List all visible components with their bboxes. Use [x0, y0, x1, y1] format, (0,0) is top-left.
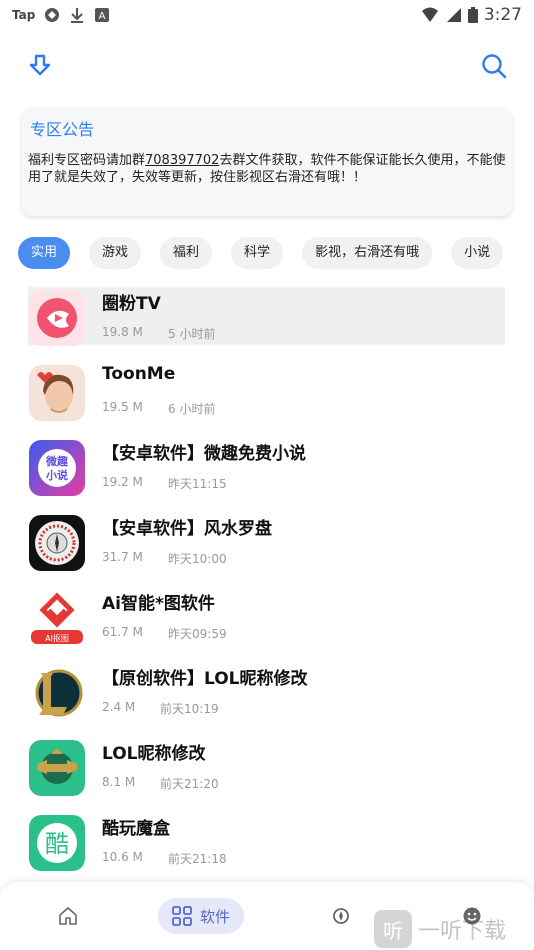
group-number-link[interactable]: 708397702: [145, 153, 219, 168]
list-item[interactable]: 圈粉TV 19.8 M 5 小时前: [0, 287, 534, 362]
app-name: 【原创软件】LOL昵称修改: [102, 669, 308, 689]
category-tabs: 实用 游戏 福利 科学 影视，右滑还有哦 小说: [18, 237, 534, 271]
announcement-card: 专区公告 福利专区密码请加群708397702去群文件获取，软件不能保证能长久使…: [22, 108, 512, 216]
svg-text:酷: 酷: [45, 830, 69, 858]
lol-logo-app-icon: [29, 665, 85, 721]
app-size: 19.8 M: [102, 325, 143, 339]
app-list: 圈粉TV 19.8 M 5 小时前 ToonMe 19.5 M 6 小时前 微趣…: [0, 287, 534, 887]
app-size: 19.5 M: [102, 400, 143, 414]
status-bar: Tap A 3:27: [0, 0, 534, 30]
app-size: 61.7 M: [102, 625, 143, 639]
status-app-label: Tap: [12, 8, 36, 22]
font-status-icon: A: [95, 8, 110, 22]
home-icon[interactable]: [58, 906, 78, 926]
app-name: 酷玩魔盒: [102, 819, 170, 839]
announcement-body: 福利专区密码请加群708397702去群文件获取，软件不能保证能长久使用，不能使…: [28, 153, 506, 185]
sync-icon: [45, 8, 60, 22]
list-item[interactable]: 微趣 小说 【安卓软件】微趣免费小说 19.2 M 昨天11:15: [0, 437, 534, 512]
app-updated-time: 前天10:19: [160, 702, 219, 716]
app-size: 2.4 M: [102, 700, 136, 714]
status-time: 3:27: [483, 5, 522, 25]
compass-app-icon: [29, 515, 85, 571]
app-updated-time: 昨天10:00: [168, 552, 227, 566]
lol-nickname-app-icon: [29, 740, 85, 796]
ai-cutout-app-icon: AI抠图: [29, 590, 85, 646]
list-item[interactable]: LOL昵称修改 8.1 M 前天21:20: [0, 737, 534, 812]
svg-text:A: A: [99, 11, 106, 22]
watermark-text: 一听下载: [418, 919, 507, 944]
grid-icon: [172, 906, 192, 926]
app-size: 19.2 M: [102, 475, 143, 489]
download-arrow-icon[interactable]: [26, 52, 54, 80]
app-updated-time: 6 小时前: [168, 402, 216, 416]
top-toolbar: [0, 44, 534, 88]
tab-games[interactable]: 游戏: [89, 237, 142, 269]
signal-icon: [446, 8, 461, 22]
app-updated-time: 前天21:20: [160, 777, 219, 791]
list-item[interactable]: 酷 酷玩魔盒 10.6 M 前天21:18: [0, 812, 534, 887]
tab-science[interactable]: 科学: [231, 237, 284, 269]
app-size: 31.7 M: [102, 550, 143, 564]
app-size: 10.6 M: [102, 850, 143, 864]
battery-icon: [467, 7, 478, 23]
search-icon[interactable]: [480, 52, 508, 80]
explore-icon[interactable]: [332, 907, 350, 925]
list-item[interactable]: 【安卓软件】风水罗盘 31.7 M 昨天10:00: [0, 512, 534, 587]
tab-benefits[interactable]: 福利: [160, 237, 213, 269]
tab-video[interactable]: 影视，右滑还有哦: [302, 237, 433, 269]
weiqu-novel-app-icon: 微趣 小说: [29, 440, 85, 496]
announcement-title: 专区公告: [30, 120, 95, 139]
tab-novels[interactable]: 小说: [451, 237, 504, 269]
nav-software-label: 软件: [200, 907, 231, 926]
app-name: Ai智能*图软件: [102, 594, 215, 614]
svg-text:微趣: 微趣: [45, 454, 69, 468]
app-name: LOL昵称修改: [102, 744, 206, 764]
app-name: 圈粉TV: [102, 294, 161, 314]
app-name: 【安卓软件】微趣免费小说: [102, 444, 306, 464]
wifi-icon: [421, 7, 438, 22]
list-item[interactable]: AI抠图 Ai智能*图软件 61.7 M 昨天09:59: [0, 587, 534, 662]
app-name: ToonMe: [102, 364, 176, 384]
kuwan-box-app-icon: 酷: [29, 815, 85, 871]
toonme-app-icon: [29, 365, 85, 421]
watermark: 听 一听下载: [374, 908, 534, 950]
app-updated-time: 前天21:18: [168, 852, 227, 866]
quanfen-tv-app-icon: [29, 290, 85, 346]
app-updated-time: 5 小时前: [168, 327, 216, 341]
nav-software-tab[interactable]: 软件: [158, 898, 244, 934]
download-status-icon: [71, 8, 84, 23]
svg-text:AI抠图: AI抠图: [45, 633, 69, 643]
app-name: 【安卓软件】风水罗盘: [102, 519, 272, 539]
watermark-logo: 听: [374, 910, 412, 948]
tab-utility[interactable]: 实用: [18, 237, 71, 269]
app-updated-time: 昨天09:59: [168, 627, 227, 641]
app-updated-time: 昨天11:15: [168, 477, 227, 491]
list-item[interactable]: ToonMe 19.5 M 6 小时前: [0, 362, 534, 437]
app-size: 8.1 M: [102, 775, 136, 789]
list-item[interactable]: 【原创软件】LOL昵称修改 2.4 M 前天10:19: [0, 662, 534, 737]
svg-text:小说: 小说: [45, 468, 68, 482]
